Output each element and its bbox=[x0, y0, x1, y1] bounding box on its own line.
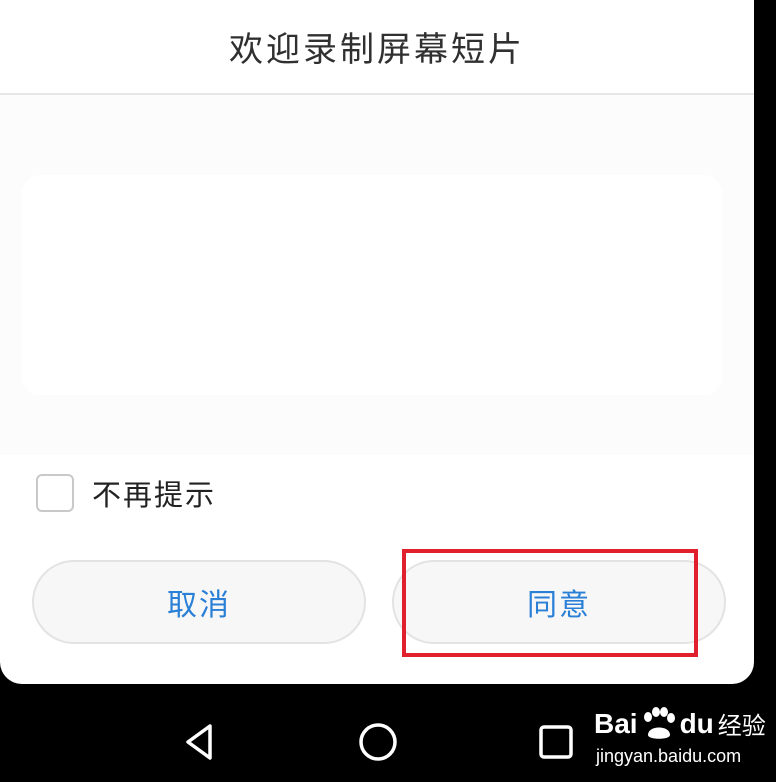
dont-show-again-checkbox[interactable] bbox=[36, 474, 74, 512]
baidu-jingyan-watermark: Bai du 经验 jingyan.baidu.com bbox=[590, 702, 774, 780]
dont-show-again-label: 不再提示 bbox=[92, 478, 217, 512]
watermark-url: jingyan.baidu.com bbox=[596, 746, 742, 766]
circle-home-icon bbox=[359, 723, 397, 761]
paw-icon bbox=[643, 706, 675, 739]
dialog-message-area bbox=[0, 95, 754, 455]
dont-show-again-checkbox-row[interactable]: 不再提示 bbox=[36, 471, 216, 515]
back-button[interactable] bbox=[176, 718, 224, 766]
dialog-title: 欢迎录制屏幕短片 bbox=[229, 29, 525, 70]
agree-button[interactable]: 同意 bbox=[392, 560, 726, 644]
watermark-brand-bai: Bai bbox=[594, 707, 638, 739]
home-button[interactable] bbox=[354, 718, 402, 766]
screen: 欢迎录制屏幕短片 不再提示 取消 同意 Bai du 经验 jingyan.ba… bbox=[0, 0, 776, 782]
watermark-brand-du: du bbox=[679, 707, 714, 739]
watermark-brand: Bai du 经验 bbox=[594, 706, 766, 741]
screen-recording-dialog: 欢迎录制屏幕短片 不再提示 取消 同意 bbox=[0, 0, 754, 684]
recent-apps-button[interactable] bbox=[532, 718, 580, 766]
cancel-button[interactable]: 取消 bbox=[32, 560, 366, 644]
square-recent-apps-icon bbox=[539, 725, 573, 759]
triangle-back-icon bbox=[186, 724, 212, 760]
erased-message-region bbox=[22, 175, 722, 395]
watermark-product: 经验 bbox=[717, 713, 766, 740]
